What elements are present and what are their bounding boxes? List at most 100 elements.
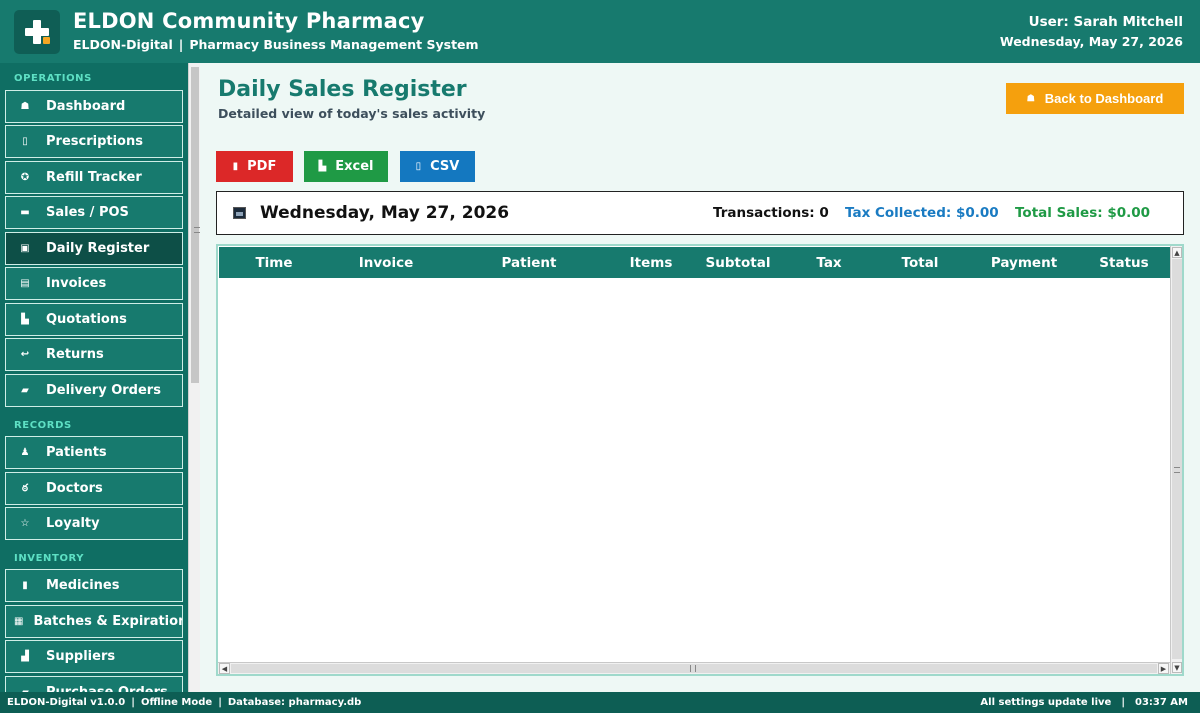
export-excel-button[interactable]: ▙ Excel bbox=[304, 151, 388, 182]
page-title: Daily Sales Register bbox=[218, 77, 467, 102]
sidebar-item-medicines[interactable]: ▮ Medicines bbox=[5, 569, 183, 602]
sidebar-item-label: Refill Tracker bbox=[46, 170, 142, 185]
tax-collected: Tax Collected: $0.00 bbox=[845, 205, 999, 221]
table-vertical-scrollbar[interactable]: ▲ ▼ bbox=[1170, 246, 1182, 674]
factory-icon: ▟ bbox=[21, 651, 29, 662]
bottle-icon: ▮ bbox=[22, 580, 28, 591]
clipboard-icon: ▯ bbox=[22, 136, 28, 147]
app-header: ELDON Community Pharmacy ELDON-Digital | P… bbox=[0, 0, 1200, 63]
register-icon: ▬ bbox=[20, 207, 30, 218]
sidebar-item-label: Purchase Orders bbox=[46, 685, 168, 692]
table-vscroll-thumb[interactable] bbox=[1172, 259, 1182, 659]
sidebar-item-label: Prescriptions bbox=[46, 134, 143, 149]
sales-table: Time Invoice Patient Items Subtotal Tax Total P… bbox=[216, 244, 1184, 676]
pdf-label: PDF bbox=[247, 159, 277, 174]
sidebar-item-suppliers[interactable]: ▟ Suppliers bbox=[5, 640, 183, 673]
sidebar-scrollbar[interactable] bbox=[188, 63, 200, 692]
page-subtitle: Detailed view of today's sales activity bbox=[218, 106, 486, 121]
column-header-items[interactable]: Items bbox=[630, 255, 673, 271]
home-icon: ☗ bbox=[20, 101, 30, 112]
table-body[interactable] bbox=[219, 278, 1170, 661]
sidebar-item-label: Quotations bbox=[46, 312, 127, 327]
column-header-time[interactable]: Time bbox=[255, 255, 292, 271]
header-date: Wednesday, May 27, 2026 bbox=[999, 34, 1183, 49]
section-operations: OPERATIONS bbox=[14, 73, 92, 84]
home-icon: ☗ bbox=[1026, 93, 1035, 103]
sidebar-item-label: Invoices bbox=[46, 276, 107, 291]
sidebar-scroll-thumb[interactable] bbox=[191, 67, 200, 383]
invoice-icon: ▤ bbox=[20, 278, 30, 289]
column-header-status[interactable]: Status bbox=[1099, 255, 1148, 271]
sidebar-item-label: Returns bbox=[46, 347, 104, 362]
people-icon: ♟ bbox=[20, 447, 30, 458]
table-horizontal-scrollbar[interactable]: ◀ ▶ bbox=[218, 662, 1170, 674]
column-header-tax[interactable]: Tax bbox=[816, 255, 841, 271]
sidebar-item-label: Suppliers bbox=[46, 649, 116, 664]
sidebar-item-label: Sales / POS bbox=[46, 205, 129, 220]
export-csv-button[interactable]: ▯ CSV bbox=[400, 151, 475, 182]
return-icon: ↩ bbox=[20, 349, 30, 360]
scroll-right-icon[interactable]: ▶ bbox=[1158, 663, 1169, 674]
sidebar-item-batches-expiration[interactable]: ▦ Batches & Expiration bbox=[5, 605, 183, 638]
transactions-count: Transactions: 0 bbox=[713, 205, 829, 221]
sidebar-item-invoices[interactable]: ▤ Invoices bbox=[5, 267, 183, 300]
clock: 03:37 AM bbox=[1134, 697, 1188, 708]
sidebar: OPERATIONS RECORDS INVENTORY ☗ Dashboard ▯… bbox=[0, 63, 188, 692]
sidebar-item-prescriptions[interactable]: ▯ Prescriptions bbox=[5, 125, 183, 158]
calendar-icon bbox=[233, 207, 246, 219]
sidebar-item-label: Dashboard bbox=[46, 99, 126, 114]
scroll-down-icon[interactable]: ▼ bbox=[1172, 662, 1182, 673]
sidebar-item-returns[interactable]: ↩ Returns bbox=[5, 338, 183, 371]
table-header: Time Invoice Patient Items Subtotal Tax Total P… bbox=[219, 247, 1170, 278]
sidebar-item-refill-tracker[interactable]: ✪ Refill Tracker bbox=[5, 161, 183, 194]
refresh-icon: ✪ bbox=[20, 172, 30, 183]
sidebar-item-label: Batches & Expiration bbox=[33, 614, 183, 629]
column-header-subtotal[interactable]: Subtotal bbox=[706, 255, 771, 271]
database-status: Database: pharmacy.db bbox=[227, 697, 362, 708]
column-header-invoice[interactable]: Invoice bbox=[359, 255, 414, 271]
summary-bar: Wednesday, May 27, 2026 Transactions: 0 … bbox=[216, 191, 1184, 235]
sidebar-item-label: Medicines bbox=[46, 578, 120, 593]
main-content: Daily Sales Register Detailed view of to… bbox=[200, 63, 1200, 692]
column-header-total[interactable]: Total bbox=[902, 255, 939, 271]
total-sales: Total Sales: $0.00 bbox=[1015, 205, 1151, 221]
table-hscroll-thumb[interactable] bbox=[231, 664, 1157, 673]
sidebar-item-purchase-orders[interactable]: ▰Purchase Orders bbox=[5, 676, 183, 692]
column-header-patient[interactable]: Patient bbox=[502, 255, 557, 271]
sidebar-item-doctors[interactable]: ఠ Doctors bbox=[5, 472, 183, 505]
excel-label: Excel bbox=[335, 159, 374, 174]
brand-name: ELDON-Digital bbox=[73, 37, 173, 52]
sidebar-item-label: Daily Register bbox=[46, 241, 150, 256]
column-header-payment[interactable]: Payment bbox=[991, 255, 1057, 271]
pdf-icon: ▮ bbox=[232, 161, 239, 172]
scroll-left-icon[interactable]: ◀ bbox=[219, 663, 230, 674]
batch-icon: ▦ bbox=[14, 616, 24, 627]
section-inventory: INVENTORY bbox=[14, 553, 85, 564]
settings-status: All settings update live bbox=[980, 697, 1112, 708]
calendar-icon: ▣ bbox=[20, 243, 30, 254]
sidebar-item-patients[interactable]: ♟ Patients bbox=[5, 436, 183, 469]
back-button-label: Back to Dashboard bbox=[1044, 91, 1164, 106]
sidebar-item-quotations[interactable]: ▙ Quotations bbox=[5, 303, 183, 336]
section-records: RECORDS bbox=[14, 420, 72, 431]
export-pdf-button[interactable]: ▮ PDF bbox=[216, 151, 293, 182]
chart-icon: ▙ bbox=[318, 161, 327, 172]
sidebar-item-loyalty[interactable]: ☆ Loyalty bbox=[5, 507, 183, 540]
sidebar-item-label: Patients bbox=[46, 445, 107, 460]
sidebar-item-label: Doctors bbox=[46, 481, 103, 496]
system-name: Pharmacy Business Management System bbox=[189, 37, 479, 52]
app-subtitle: ELDON-Digital | Pharmacy Business Manageme… bbox=[73, 37, 479, 52]
sidebar-item-sales-pos[interactable]: ▬ Sales / POS bbox=[5, 196, 183, 229]
sidebar-item-daily-register[interactable]: ▣ Daily Register bbox=[5, 232, 183, 265]
sidebar-item-dashboard[interactable]: ☗ Dashboard bbox=[5, 90, 183, 123]
sidebar-item-label: Loyalty bbox=[46, 516, 100, 531]
stethoscope-icon: ఠ bbox=[22, 482, 28, 494]
current-user: User: Sarah Mitchell bbox=[1028, 14, 1183, 30]
sidebar-item-delivery-orders[interactable]: ▰ Delivery Orders bbox=[5, 374, 183, 407]
back-to-dashboard-button[interactable]: ☗ Back to Dashboard bbox=[1006, 83, 1184, 114]
star-icon: ☆ bbox=[20, 518, 30, 529]
app-title: ELDON Community Pharmacy bbox=[73, 9, 425, 33]
scroll-up-icon[interactable]: ▲ bbox=[1172, 247, 1182, 258]
pharmacy-cross-icon bbox=[14, 10, 60, 54]
quote-icon: ▙ bbox=[21, 314, 29, 325]
